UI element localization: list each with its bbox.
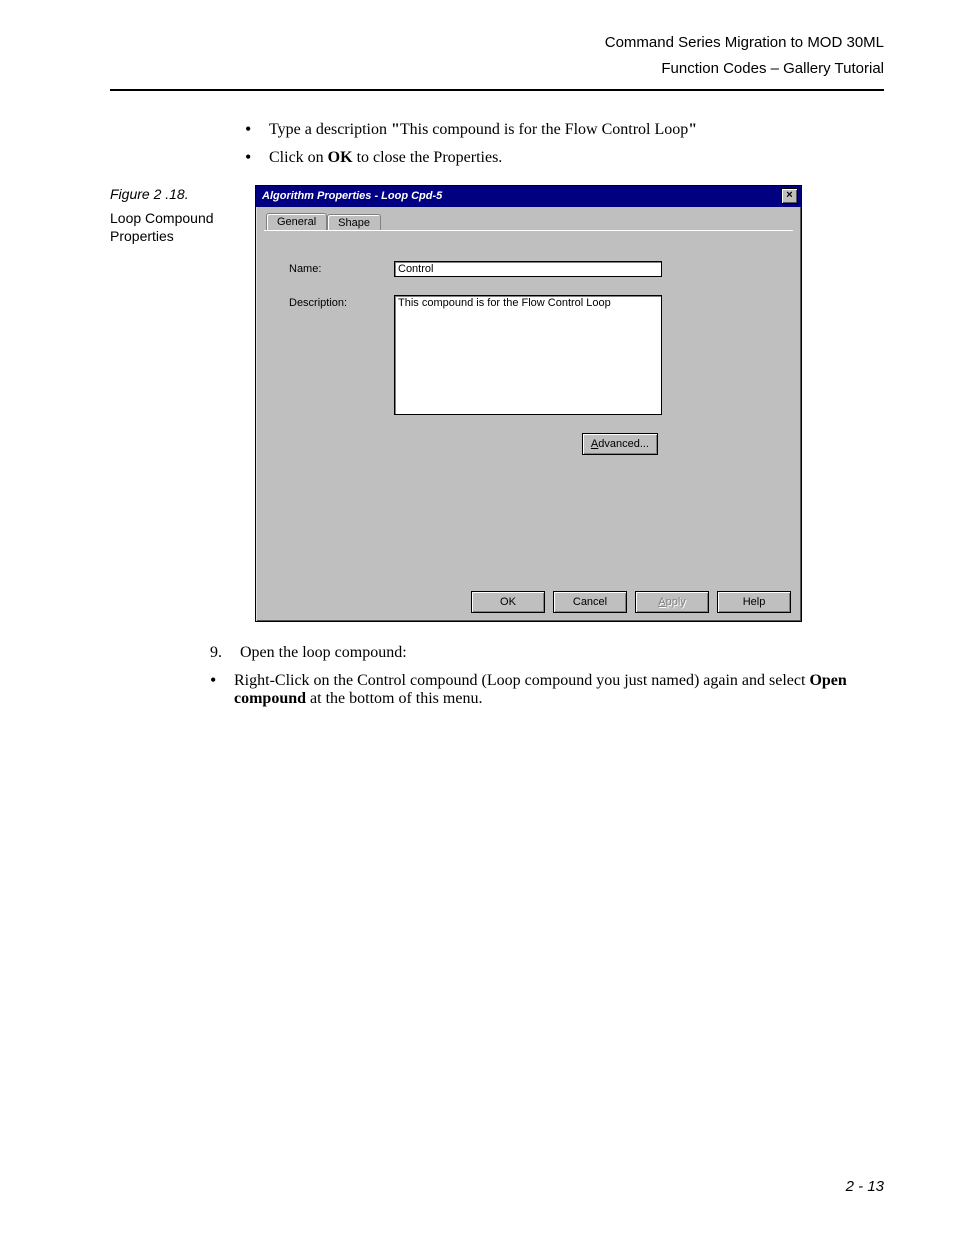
page-number: 2 - 13 [846,1178,884,1195]
dialog-titlebar[interactable]: Algorithm Properties - Loop Cpd-5 × [256,186,801,207]
header-rule [110,89,884,91]
apply-button: Apply [635,591,709,613]
instruction-item: Type a description "This compound is for… [245,121,884,139]
tab-strip: General Shape [266,213,793,230]
help-button[interactable]: Help [717,591,791,613]
page-header: Command Series Migration to MOD 30ML Fun… [110,30,884,81]
instruction-item: Right-Click on the Control compound (Loo… [210,672,884,708]
name-label: Name: [289,261,394,275]
tab-general[interactable]: General [266,213,327,230]
description-field[interactable] [394,295,662,415]
properties-dialog: Algorithm Properties - Loop Cpd-5 × Gene… [255,185,802,622]
cancel-button[interactable]: Cancel [553,591,627,613]
doc-subtitle: Function Codes – Gallery Tutorial [110,56,884,82]
description-label: Description: [289,295,394,309]
ok-button[interactable]: OK [471,591,545,613]
step-number: 9. [210,644,222,662]
name-field[interactable] [394,261,662,277]
dialog-title: Algorithm Properties - Loop Cpd-5 [262,190,442,202]
step-9-bullets: Right-Click on the Control compound (Loo… [210,672,884,708]
instruction-item: Click on OK to close the Properties. [245,149,884,167]
figure-number: Figure 2 .18. [110,185,245,203]
step-9: 9. Open the loop compound: [210,644,884,662]
tab-shape[interactable]: Shape [327,214,381,231]
doc-title: Command Series Migration to MOD 30ML [110,30,884,56]
figure-title: Loop Compound Properties [110,209,245,245]
advanced-button[interactable]: Advanced... [582,433,658,455]
close-icon[interactable]: × [781,188,798,204]
step-text: Open the loop compound: [240,644,407,661]
dialog-button-bar: OK Cancel Apply Help [256,591,801,621]
figure-caption: Figure 2 .18. Loop Compound Properties [110,185,255,246]
instruction-list: Type a description "This compound is for… [245,121,884,167]
